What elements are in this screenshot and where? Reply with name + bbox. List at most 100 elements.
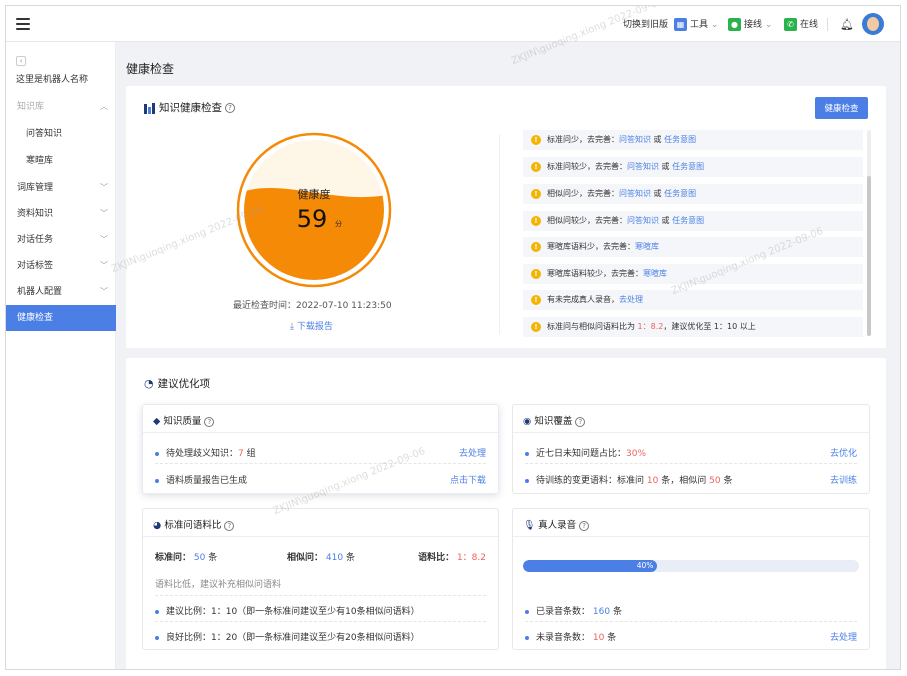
alert-item: ! 标准问与相似问语料比为 1：8.2，建议优化至 1：10 以上: [523, 317, 863, 337]
download-quality-report-link[interactable]: 点击下载: [450, 473, 486, 486]
online-status[interactable]: ✆ 在线: [784, 18, 818, 32]
standard-question-count: 标准问： 50 条: [155, 553, 218, 563]
alert-item: ! 寒暄库语料少，去完善：寒暄库: [523, 237, 863, 257]
chevron-down-icon: ﹀: [100, 183, 108, 192]
bar-chart-icon: [144, 102, 155, 114]
quality-report-row: 语料质量报告已生成: [155, 473, 247, 486]
warning-icon: !: [531, 295, 541, 305]
link-chitchat[interactable]: 寒暄库: [643, 269, 667, 278]
divider: [499, 134, 500, 334]
download-report-link[interactable]: ⤓ 下载报告: [290, 319, 333, 332]
alert-item: ! 标准问较少，去完善：问答知识 或 任务意图: [523, 157, 863, 177]
tools-menu[interactable]: ▦ 工具 ⌄: [674, 18, 718, 32]
download-icon: ⤓: [290, 322, 294, 332]
suggested-ratio-row: 建议比例：1：10（即一条标准问建议至少有10条相似问语料）: [155, 604, 420, 617]
sidebar-item-qa-knowledge[interactable]: 问答知识: [6, 121, 116, 147]
topbar-divider: [827, 18, 828, 31]
alert-item: ! 相似问少，去完善：问答知识 或 任务意图: [523, 184, 863, 204]
help-icon[interactable]: ?: [579, 520, 590, 531]
diamond-icon: ◆: [153, 416, 161, 427]
chevron-down-icon: ⌄: [764, 20, 773, 30]
sidebar-item-health-check[interactable]: 健康检查: [6, 305, 116, 331]
scrollbar-thumb[interactable]: [867, 176, 871, 336]
link-qa-knowledge[interactable]: 问答知识: [619, 189, 651, 198]
recorded-count-row: 已录音条数： 160 条: [525, 604, 622, 617]
chevron-down-icon: ﹀: [100, 287, 108, 296]
link-task-intent[interactable]: 任务意图: [672, 162, 704, 171]
help-icon[interactable]: ?: [225, 103, 235, 113]
bell-icon[interactable]: 🔔︎: [840, 18, 854, 32]
sidebar-item-robot-config[interactable]: 机器人配置 ﹀: [6, 279, 116, 305]
process-recording-link[interactable]: 去处理: [830, 630, 857, 643]
chevron-down-icon: ⌄: [710, 20, 719, 30]
link-qa-knowledge[interactable]: 问答知识: [627, 162, 659, 171]
link-task-intent[interactable]: 任务意图: [664, 189, 696, 198]
chevron-down-icon: ﹀: [100, 235, 108, 244]
sidebar-item-dialog-tag[interactable]: 对话标签 ﹀: [6, 253, 116, 279]
online-label: 在线: [800, 20, 819, 30]
panel-title: ◉ 知识覆盖?: [523, 413, 586, 427]
health-check-button[interactable]: 健康检查: [815, 97, 868, 119]
warning-icon: !: [531, 322, 541, 332]
warning-icon: !: [531, 216, 541, 226]
sidebar-item-dialog-task[interactable]: 对话任务 ﹀: [6, 227, 116, 253]
real-recording-panel: 🎙︎ 真人录音? 40% 已录音条数： 160 条 未录音条数： 10 条 去处…: [512, 508, 870, 650]
top-bar: 切换到旧版 ▦ 工具 ⌄ ● 接线 ⌄ ✆ 在线 🔔︎: [6, 6, 900, 42]
sidebar-item-knowledge[interactable]: 知识库 ︿: [6, 94, 116, 120]
train-link[interactable]: 去训练: [830, 473, 857, 486]
question-ratio-panel: ◕ 标准问语料比? 标准问： 50 条 相似问： 410 条 语料比： 1：8.…: [142, 508, 499, 650]
switch-old-version-link[interactable]: 切换到旧版: [623, 18, 668, 32]
health-card-title: 知识健康检查?: [144, 100, 235, 115]
pie-chart-icon: ◕: [153, 520, 162, 531]
sidebar-item-material[interactable]: 资料知识 ﹀: [6, 201, 116, 227]
link-qa-knowledge[interactable]: 问答知识: [619, 135, 651, 144]
warning-icon: !: [531, 242, 541, 252]
alert-item: ! 相似问较少，去完善：问答知识 或 任务意图: [523, 211, 863, 231]
last-check-time: 最近检查时间：2022-07-10 11:23:50: [233, 301, 392, 311]
chat-icon: ●: [728, 18, 741, 31]
link-task-intent[interactable]: 任务意图: [672, 216, 704, 225]
link-chitchat[interactable]: 寒暄库: [635, 242, 659, 251]
health-score: 59: [297, 205, 328, 233]
takeover-menu[interactable]: ● 接线 ⌄: [728, 18, 772, 32]
process-ambiguous-link[interactable]: 去处理: [459, 446, 486, 459]
sidebar-item-chitchat[interactable]: 寒暄库: [6, 148, 116, 174]
knowledge-coverage-panel: ◉ 知识覆盖? 近七日未知问题占比：30% 去优化 待训练的变更语料：标准问 1…: [512, 404, 870, 494]
chevron-down-icon: ﹀: [100, 209, 108, 218]
collapse-sidebar-icon[interactable]: ‹: [16, 56, 26, 66]
health-gauge: 健康度 59 分: [236, 132, 392, 288]
chevron-down-icon: ﹀: [100, 261, 108, 270]
alert-item: ! 寒暄库语料较少，去完善：寒暄库: [523, 264, 863, 284]
help-icon[interactable]: ?: [575, 416, 586, 427]
similar-question-count: 相似问： 410 条: [287, 553, 355, 563]
menu-icon[interactable]: [16, 18, 30, 30]
ratio-value: 1：8.2: [637, 322, 664, 331]
optimize-link[interactable]: 去优化: [830, 446, 857, 459]
alert-item: ! 标准问少，去完善：问答知识 或 任务意图: [523, 130, 863, 150]
link-task-intent[interactable]: 任务意图: [664, 135, 696, 144]
warning-icon: !: [531, 269, 541, 279]
corpus-ratio: 语料比： 1：8.2: [418, 553, 486, 563]
microphone-icon: 🎙︎: [523, 520, 536, 531]
link-qa-knowledge[interactable]: 问答知识: [627, 216, 659, 225]
link-process-recording[interactable]: 去处理: [619, 295, 643, 304]
knowledge-quality-panel: ◆ 知识质量? 待处理歧义知识：7 组 去处理 语料质量报告已生成 点击下载: [142, 404, 499, 494]
takeover-label: 接线: [744, 20, 763, 30]
score-unit: 分: [335, 219, 342, 228]
help-icon[interactable]: ?: [204, 416, 215, 427]
panel-title: ◕ 标准问语料比?: [153, 517, 235, 531]
sidebar-item-lexicon[interactable]: 词库管理 ﹀: [6, 175, 116, 201]
pending-training-row: 待训练的变更语料：标准问 10 条，相似问 50 条: [525, 473, 732, 486]
progress-fill: 40%: [523, 560, 658, 572]
app-window: 切换到旧版 ▦ 工具 ⌄ ● 接线 ⌄ ✆ 在线 🔔︎ ‹ 这里是机器人名称 知识库 ︿…: [5, 5, 901, 670]
refresh-clock-icon: ◔: [144, 377, 154, 390]
optimize-card: ◔ 建议优化项 ◆ 知识质量? 待处理歧义知识：7 组 去处理 语料质量报告已生成…: [126, 358, 886, 669]
ambiguous-knowledge-row: 待处理歧义知识：7 组: [155, 446, 256, 459]
help-icon[interactable]: ?: [224, 520, 235, 531]
avatar[interactable]: [862, 13, 884, 35]
unrecorded-count-row: 未录音条数： 10 条: [525, 630, 616, 643]
target-icon: ◉: [523, 416, 532, 427]
tools-label: 工具: [690, 20, 709, 30]
warning-icon: !: [531, 189, 541, 199]
recording-progress-bar: 40%: [523, 560, 859, 572]
